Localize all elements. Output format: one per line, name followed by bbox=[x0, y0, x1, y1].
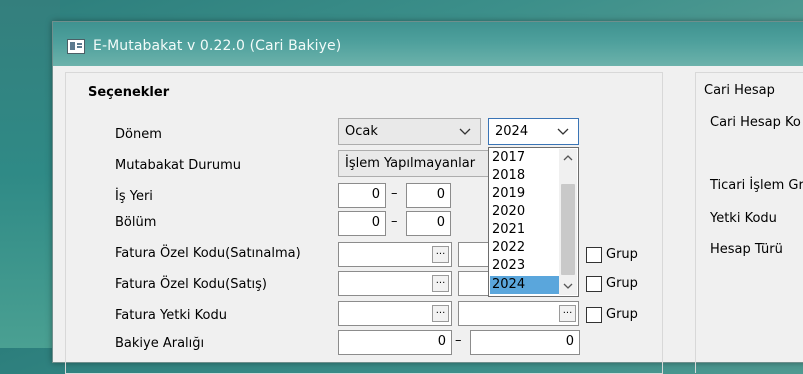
window-title: E-Mutabakat v 0.22.0 (Cari Bakiye) bbox=[93, 38, 342, 54]
auth-code-from-input[interactable]: ... bbox=[338, 301, 452, 326]
purchase-group-checkbox[interactable] bbox=[586, 247, 602, 263]
year-option-2024[interactable]: 2024 bbox=[490, 276, 560, 294]
year-option-2017[interactable]: 2017 bbox=[490, 149, 560, 167]
workplace-to-value: 0 bbox=[436, 187, 445, 202]
browse-button[interactable]: ... bbox=[432, 275, 449, 292]
year-option-2020[interactable]: 2020 bbox=[490, 203, 560, 221]
browse-button[interactable]: ... bbox=[432, 246, 449, 263]
sales-group-checkbox[interactable] bbox=[586, 276, 602, 292]
chevron-down-icon bbox=[557, 128, 569, 135]
workplace-from-value: 0 bbox=[371, 187, 380, 202]
year-option-2019[interactable]: 2019 bbox=[490, 185, 560, 203]
period-label: Dönem bbox=[115, 127, 162, 142]
range-separator: – bbox=[391, 214, 398, 229]
year-option-2021[interactable]: 2021 bbox=[490, 221, 560, 239]
dropdown-scrollbar[interactable] bbox=[559, 149, 577, 295]
department-label: Bölüm bbox=[115, 215, 157, 230]
auth-group-label: Grup bbox=[606, 307, 638, 322]
year-option-2023[interactable]: 2023 bbox=[490, 257, 560, 275]
purchase-group-label: Grup bbox=[606, 247, 638, 262]
balance-to-value: 0 bbox=[565, 334, 574, 349]
year-option-2018[interactable]: 2018 bbox=[490, 167, 560, 185]
auth-code-label: Yetki Kodu bbox=[710, 211, 777, 226]
reconciliation-status-label: Mutabakat Durumu bbox=[115, 158, 241, 173]
department-to-value: 0 bbox=[436, 215, 445, 230]
department-to-input[interactable]: 0 bbox=[406, 211, 451, 236]
range-separator: – bbox=[455, 333, 462, 348]
workplace-label: İş Yeri bbox=[115, 189, 153, 204]
purchase-code-from-input[interactable]: ... bbox=[338, 242, 452, 267]
sales-code-from-input[interactable]: ... bbox=[338, 271, 452, 296]
account-title: Cari Hesap bbox=[704, 83, 775, 98]
title-bar[interactable]: E-Mutabakat v 0.22.0 (Cari Bakiye) bbox=[53, 22, 803, 66]
invoice-auth-code-label: Fatura Yetki Kodu bbox=[115, 308, 227, 323]
options-title: Seçenekler bbox=[88, 85, 170, 100]
department-from-value: 0 bbox=[371, 215, 380, 230]
app-icon bbox=[67, 39, 85, 54]
sales-group-label: Grup bbox=[606, 276, 638, 291]
month-value: Ocak bbox=[345, 124, 378, 139]
scroll-up-icon[interactable] bbox=[562, 153, 574, 163]
trade-group-label: Ticari İşlem Gr bbox=[710, 178, 803, 193]
month-select[interactable]: Ocak bbox=[338, 118, 481, 145]
range-separator: – bbox=[391, 186, 398, 201]
account-group: Cari Hesap Cari Hesap Ko Ticari İşlem Gr… bbox=[695, 72, 803, 373]
year-select[interactable]: 2024 bbox=[488, 118, 579, 145]
department-from-input[interactable]: 0 bbox=[338, 211, 386, 236]
reconciliation-status-value: İşlem Yapılmayanlar bbox=[345, 156, 476, 171]
workplace-from-input[interactable]: 0 bbox=[338, 183, 386, 208]
balance-from-input[interactable]: 0 bbox=[338, 330, 452, 355]
invoice-special-code-sales-label: Fatura Özel Kodu(Satış) bbox=[115, 277, 267, 292]
browse-button[interactable]: ... bbox=[559, 305, 576, 322]
year-value: 2024 bbox=[495, 124, 529, 139]
scroll-down-icon[interactable] bbox=[562, 281, 574, 291]
year-option-2022[interactable]: 2022 bbox=[490, 239, 560, 257]
account-code-label: Cari Hesap Ko bbox=[710, 115, 801, 130]
scrollbar-thumb[interactable] bbox=[561, 184, 575, 275]
balance-range-label: Bakiye Aralığı bbox=[115, 336, 205, 351]
desktop-background bbox=[0, 0, 60, 348]
year-dropdown-list[interactable]: 2017 2018 2019 2020 2021 2022 2023 2024 bbox=[488, 147, 579, 297]
auth-code-to-input[interactable]: ... bbox=[458, 301, 579, 326]
chevron-down-icon bbox=[459, 128, 471, 135]
auth-group-checkbox[interactable] bbox=[586, 307, 602, 323]
account-type-label: Hesap Türü bbox=[710, 242, 783, 257]
balance-from-value: 0 bbox=[437, 334, 446, 349]
invoice-special-code-purchase-label: Fatura Özel Kodu(Satınalma) bbox=[115, 246, 301, 261]
browse-button[interactable]: ... bbox=[432, 305, 449, 322]
balance-to-input[interactable]: 0 bbox=[470, 330, 580, 355]
workplace-to-input[interactable]: 0 bbox=[406, 183, 451, 208]
